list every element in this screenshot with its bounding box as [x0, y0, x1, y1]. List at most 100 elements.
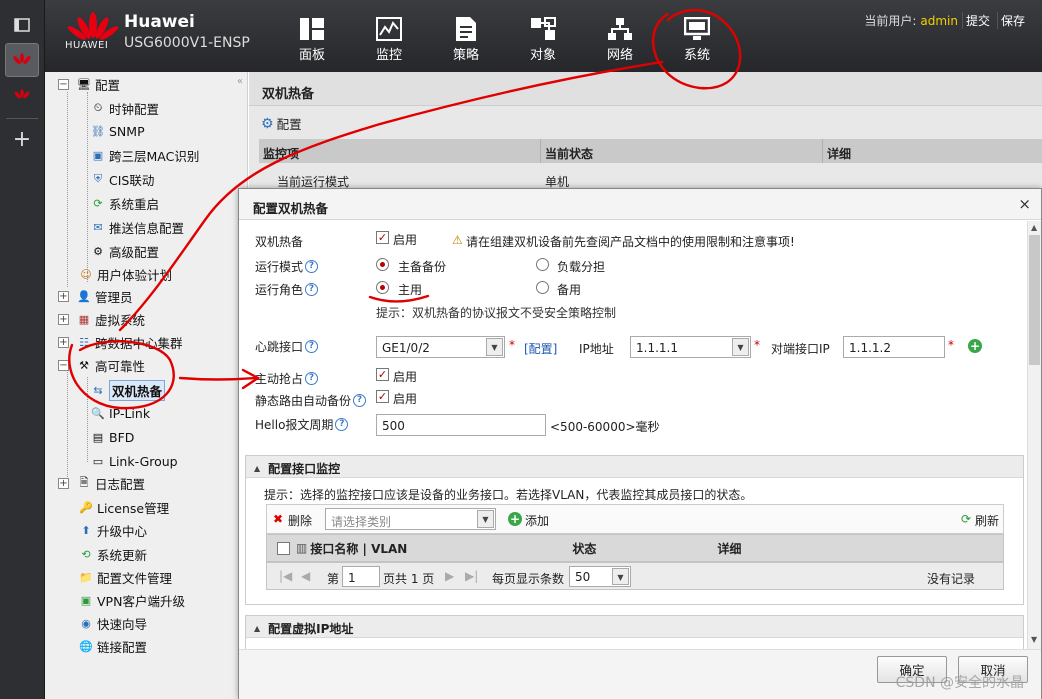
nav-dashboard[interactable]: 面板 [282, 12, 342, 68]
tree-item-ux[interactable]: ☺ 用户体验计划 [78, 264, 172, 284]
first-page-icon[interactable]: |◀ [279, 569, 292, 583]
section-header[interactable]: ▲ 配置接口监控 [246, 456, 1023, 478]
nav-policy[interactable]: 策略 [436, 12, 496, 68]
static-route-checkbox[interactable]: ✓ [376, 390, 389, 403]
next-page-icon[interactable]: ▶ [445, 569, 454, 583]
collapse-toggle[interactable]: − [58, 359, 69, 371]
tree-label: SNMP [109, 123, 145, 139]
preempt-label: 主动抢占? [255, 370, 319, 387]
tree-item-license[interactable]: 🔑 License管理 [78, 497, 169, 517]
scroll-thumb[interactable] [1029, 235, 1040, 365]
add-circle-icon[interactable]: + [968, 339, 982, 353]
peer-ip-input[interactable]: 1.1.1.2 [843, 336, 945, 358]
run-role-text: 运行角色 [255, 283, 304, 297]
ip-address-select[interactable]: 1.1.1.1 ▼ [630, 336, 751, 358]
nav-network[interactable]: 网络 [590, 12, 650, 68]
hello-period-input[interactable]: 500 [376, 414, 546, 436]
tree-item-mac[interactable]: ▣ 跨三层MAC识别 [90, 145, 200, 165]
tree-item-log[interactable]: + 🗎 日志配置 [58, 473, 145, 493]
per-page-select[interactable]: 50 ▼ [569, 566, 631, 587]
hot-standby-checkbox[interactable]: ✓ [376, 231, 389, 244]
tree-item-cluster[interactable]: + ☷ 跨数据中心集群 [58, 332, 183, 352]
column-header: 详细 [717, 541, 742, 556]
tree-item-clock[interactable]: ⏲ 时钟配置 [90, 98, 159, 118]
save-button[interactable]: 保存 [996, 12, 1028, 29]
tree-label: CIS联动 [109, 172, 155, 188]
dialog-scrollbar[interactable]: ▲ ▼ [1027, 221, 1041, 649]
ip-address-label: IP地址 [579, 342, 614, 356]
refresh-button[interactable]: 刷新 [975, 512, 999, 529]
submit-button[interactable]: 提交 [961, 12, 993, 29]
scroll-down-icon[interactable]: ▼ [1031, 635, 1037, 644]
enable-label: 启用 [393, 233, 418, 247]
tree-item-update[interactable]: ⟲ 系统更新 [78, 544, 147, 564]
tree-label: 跨三层MAC识别 [109, 148, 200, 164]
preempt-checkbox[interactable]: ✓ [376, 368, 389, 381]
help-icon[interactable]: ? [305, 372, 319, 385]
object-icon [527, 16, 559, 42]
expand-toggle[interactable]: + [58, 477, 69, 489]
nav-object[interactable]: 对象 [513, 12, 573, 68]
nav-system[interactable]: 系统 [667, 12, 727, 68]
tree-item-cis[interactable]: ⛨ CIS联动 [90, 169, 154, 189]
tree-item-admin[interactable]: + 👤 管理员 [58, 286, 133, 306]
last-page-icon[interactable]: ▶| [465, 569, 478, 583]
tree-item-vsys[interactable]: + ▦ 虚拟系统 [58, 309, 145, 329]
add-button[interactable]: 添加 [525, 512, 549, 529]
tree-item-link-group[interactable]: ▭ Link-Group [90, 451, 178, 471]
user-experience-icon: ☺ [80, 267, 92, 281]
tree-item-bfd[interactable]: ▤ BFD [90, 427, 135, 447]
tree-item-snmp[interactable]: ⛓ SNMP [90, 121, 145, 141]
help-icon[interactable]: ? [305, 340, 319, 353]
tree-item-reboot[interactable]: ⟳ 系统重启 [90, 193, 159, 213]
help-icon[interactable]: ? [305, 283, 319, 296]
hello-range-hint: <500-60000>毫秒 [550, 420, 660, 434]
tree-item-config-file[interactable]: 📁 配置文件管理 [78, 567, 172, 587]
required-mark: * [509, 338, 515, 352]
tree-item-link-config[interactable]: 🌐 链接配置 [78, 636, 147, 656]
collapse-toggle[interactable]: − [58, 78, 69, 90]
role-primary-radio[interactable] [376, 281, 389, 294]
mode-load-sharing-radio[interactable] [536, 258, 549, 271]
tree-item-push[interactable]: ✉ 推送信息配置 [90, 217, 184, 237]
scroll-up-icon[interactable]: ▲ [1031, 223, 1037, 232]
config-button[interactable]: ⚙ 配置 [261, 114, 302, 133]
tree-item-upgrade[interactable]: ⬆ 升级中心 [78, 520, 147, 540]
monitor-icon: ▣ [92, 148, 104, 162]
expand-toggle[interactable]: + [58, 336, 69, 348]
role-backup-radio[interactable] [536, 281, 549, 294]
huawei-device-tab-icon-2[interactable] [5, 78, 39, 112]
tree-line [67, 92, 68, 287]
tree-item-hot-standby[interactable]: ⇆ 双机热备 [90, 379, 166, 401]
add-tab-icon[interactable]: + [5, 122, 39, 156]
expand-toggle[interactable]: + [58, 290, 69, 302]
type-select[interactable]: 请选择类别 ▼ [325, 508, 496, 530]
huawei-device-tab-icon[interactable] [5, 43, 39, 77]
window-layout-icon[interactable] [5, 8, 39, 42]
heartbeat-interface-select[interactable]: GE1/0/2 ▼ [376, 336, 505, 358]
push-message-icon: ✉ [93, 220, 103, 234]
tree-item-ha[interactable]: − ⚒ 高可靠性 [58, 355, 145, 375]
expand-toggle[interactable]: + [58, 313, 69, 325]
section-header[interactable]: ▲ 配置虚拟IP地址 [246, 616, 1023, 638]
upgrade-icon: ⬆ [81, 523, 91, 537]
delete-button[interactable]: 删除 [288, 512, 312, 529]
nav-monitor[interactable]: 监控 [359, 12, 419, 68]
tree-item-wizard[interactable]: ◉ 快速向导 [78, 613, 147, 633]
page-number-input[interactable]: 1 [342, 566, 380, 587]
mode-active-standby-radio[interactable] [376, 258, 389, 271]
prev-page-icon[interactable]: ◀ [301, 569, 310, 583]
tree-item-vpn-client[interactable]: ▣ VPN客户端升级 [78, 590, 185, 610]
help-icon[interactable]: ? [305, 260, 319, 273]
tree-item-ip-link[interactable]: 🔍 IP-Link [90, 403, 150, 423]
configure-link[interactable]: [配置] [524, 340, 557, 357]
select-all-checkbox[interactable] [277, 541, 290, 555]
help-icon[interactable]: ? [353, 394, 367, 407]
nav-label: 系统 [683, 48, 710, 63]
page-title: 双机热备 [249, 72, 1042, 106]
tree-item-advanced[interactable]: ⚙ 高级配置 [90, 241, 159, 261]
close-icon[interactable]: × [1018, 195, 1031, 213]
tree-item-config[interactable]: − 🖥 配置 [58, 74, 120, 94]
collapse-tree-icon[interactable]: « [237, 76, 243, 87]
help-icon[interactable]: ? [335, 418, 349, 431]
